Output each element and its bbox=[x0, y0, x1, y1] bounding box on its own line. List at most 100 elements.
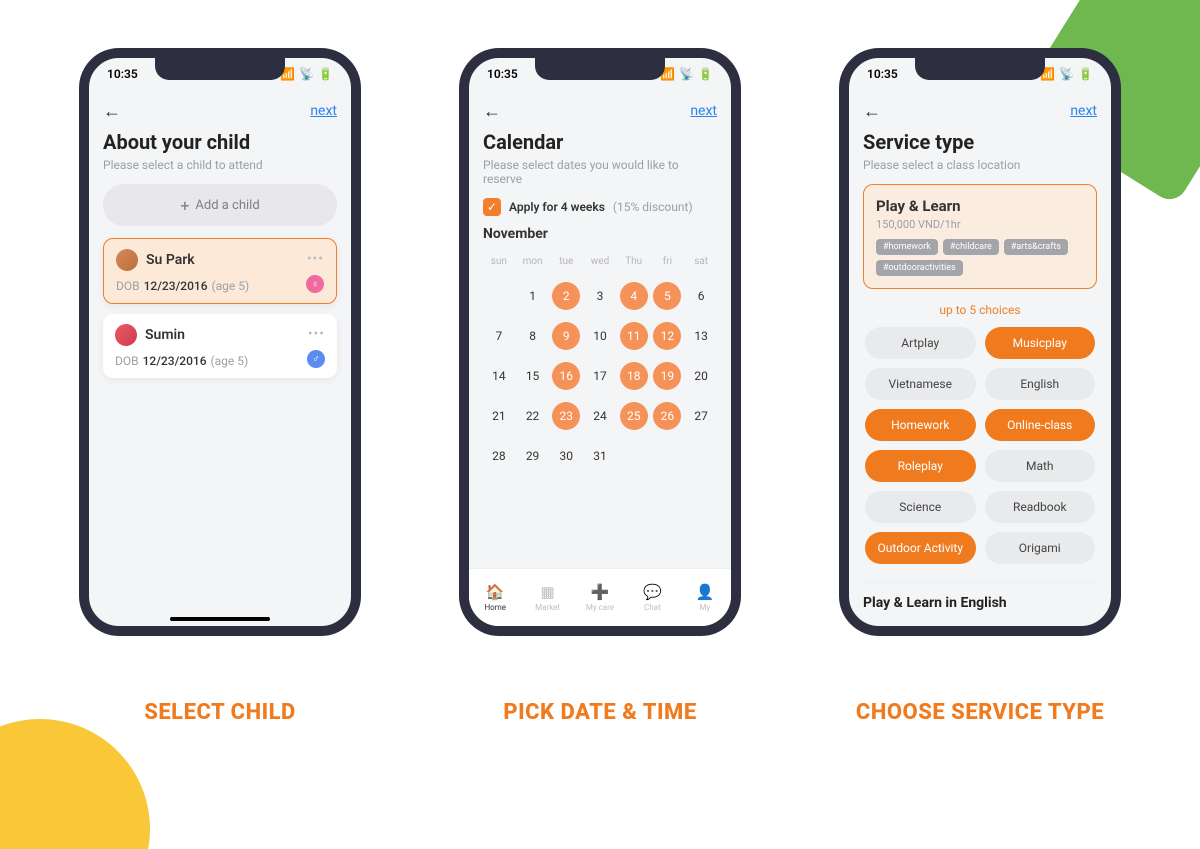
choice-chip[interactable]: Artplay bbox=[865, 327, 976, 359]
more-icon[interactable]: ••• bbox=[307, 251, 324, 267]
gender-badge-icon: ♀ bbox=[306, 275, 324, 293]
calendar-day[interactable]: 8 bbox=[519, 321, 547, 351]
choice-chip[interactable]: Readbook bbox=[985, 491, 1096, 523]
calendar-dow: fri bbox=[652, 256, 684, 273]
caption-select-child: SELECT CHILD bbox=[144, 700, 296, 725]
tab-mycare[interactable]: ➕My care bbox=[574, 569, 626, 626]
back-button[interactable]: ← bbox=[483, 101, 501, 122]
service-card-title: Play & Learn bbox=[876, 197, 1084, 215]
child-name: Sumin bbox=[145, 327, 185, 343]
home-icon: 🏠 bbox=[486, 583, 505, 601]
tab-home[interactable]: 🏠Home bbox=[469, 569, 521, 626]
calendar-day[interactable]: 1 bbox=[519, 281, 547, 311]
more-icon[interactable]: ••• bbox=[308, 326, 325, 342]
page-title: Service type bbox=[863, 130, 1097, 154]
calendar-day[interactable]: 22 bbox=[519, 401, 547, 431]
status-icons: 📶 📡 🔋 bbox=[1040, 67, 1093, 81]
calendar-day[interactable]: 14 bbox=[485, 361, 513, 391]
market-icon: ▦ bbox=[541, 583, 555, 601]
calendar-day[interactable]: 13 bbox=[687, 321, 715, 351]
calendar-day[interactable]: 15 bbox=[519, 361, 547, 391]
wifi-icon: 📡 bbox=[299, 67, 314, 81]
back-button[interactable]: ← bbox=[103, 101, 121, 122]
next-link[interactable]: next bbox=[310, 103, 337, 119]
phone-mockup-3: 10:35 📶 📡 🔋 ← next Service type Please s… bbox=[839, 48, 1121, 636]
calendar-day[interactable]: 18 bbox=[620, 362, 648, 390]
battery-icon: 🔋 bbox=[698, 67, 713, 81]
calendar-day[interactable]: 26 bbox=[653, 402, 681, 430]
service-tag: #homework bbox=[876, 239, 938, 255]
calendar-day[interactable]: 29 bbox=[519, 441, 547, 471]
back-button[interactable]: ← bbox=[863, 101, 881, 122]
calendar-day[interactable]: 3 bbox=[586, 281, 614, 311]
child-card[interactable]: Su Park•••DOB12/23/2016(age 5)♀ bbox=[103, 238, 337, 304]
calendar-day[interactable]: 28 bbox=[485, 441, 513, 471]
next-link[interactable]: next bbox=[1070, 103, 1097, 119]
service-card-selected[interactable]: Play & Learn 150,000 VND/1hr #homework #c… bbox=[863, 184, 1097, 289]
page-title: Calendar bbox=[483, 130, 717, 154]
calendar-day[interactable]: 2 bbox=[552, 282, 580, 310]
calendar-day[interactable]: 16 bbox=[552, 362, 580, 390]
calendar-day[interactable]: 19 bbox=[653, 362, 681, 390]
calendar-day[interactable]: 6 bbox=[687, 281, 715, 311]
calendar-day[interactable]: 5 bbox=[653, 282, 681, 310]
calendar-day[interactable]: 7 bbox=[485, 321, 513, 351]
calendar-day[interactable]: 10 bbox=[586, 321, 614, 351]
calendar-dow: wed bbox=[584, 256, 616, 273]
tab-my[interactable]: 👤My bbox=[679, 569, 731, 626]
calendar-day[interactable]: 11 bbox=[620, 322, 648, 350]
add-child-button[interactable]: + Add a child bbox=[103, 184, 337, 226]
tab-label: My care bbox=[586, 603, 614, 612]
calendar-day[interactable]: 31 bbox=[586, 441, 614, 471]
choice-chip[interactable]: Vietnamese bbox=[865, 368, 976, 400]
service-tag: #childcare bbox=[943, 239, 999, 255]
choice-chip[interactable]: Roleplay bbox=[865, 450, 976, 482]
calendar-day[interactable]: 12 bbox=[653, 322, 681, 350]
calendar-day[interactable]: 21 bbox=[485, 401, 513, 431]
tab-label: Market bbox=[535, 603, 560, 612]
choice-chip[interactable]: Math bbox=[985, 450, 1096, 482]
choice-chip[interactable]: English bbox=[985, 368, 1096, 400]
decoration-yellow bbox=[0, 719, 150, 849]
calendar-day[interactable]: 20 bbox=[687, 361, 715, 391]
gender-badge-icon: ♂ bbox=[307, 350, 325, 368]
choice-chip[interactable]: Science bbox=[865, 491, 976, 523]
choice-chip[interactable]: Outdoor Activity bbox=[865, 532, 976, 564]
choices-hint: up to 5 choices bbox=[863, 303, 1097, 317]
service-tag: #arts&crafts bbox=[1004, 239, 1068, 255]
calendar-day[interactable]: 9 bbox=[552, 322, 580, 350]
apply-discount: (15% discount) bbox=[613, 200, 693, 214]
calendar-day[interactable]: 25 bbox=[620, 402, 648, 430]
choice-chip[interactable]: Online-class bbox=[985, 409, 1096, 441]
service-tag: #outdooractivities bbox=[876, 260, 963, 276]
child-name: Su Park bbox=[146, 252, 195, 268]
choice-chip[interactable]: Homework bbox=[865, 409, 976, 441]
calendar-day[interactable]: 17 bbox=[586, 361, 614, 391]
calendar-day[interactable]: 27 bbox=[687, 401, 715, 431]
dob-value: 12/23/2016 bbox=[143, 354, 207, 368]
calendar-day[interactable]: 24 bbox=[586, 401, 614, 431]
page-subtitle: Please select dates you would like to re… bbox=[483, 158, 717, 186]
next-link[interactable]: next bbox=[690, 103, 717, 119]
status-time: 10:35 bbox=[487, 67, 518, 81]
wifi-icon: 📡 bbox=[1059, 67, 1074, 81]
calendar-dow: Thu bbox=[618, 256, 650, 273]
checkbox-checked-icon[interactable]: ✓ bbox=[483, 198, 501, 216]
apply-discount-row[interactable]: ✓ Apply for 4 weeks (15% discount) bbox=[483, 198, 717, 216]
choice-chip[interactable]: Musicplay bbox=[985, 327, 1096, 359]
calendar-dow: sat bbox=[685, 256, 717, 273]
phone-stage: 10:35 📶 📡 🔋 ← next About your child Plea… bbox=[0, 48, 1200, 725]
calendar-day[interactable]: 30 bbox=[552, 441, 580, 471]
wifi-icon: 📡 bbox=[679, 67, 694, 81]
tab-market[interactable]: ▦ Market bbox=[521, 569, 573, 626]
status-icons: 📶 📡 🔋 bbox=[660, 67, 713, 81]
child-card[interactable]: Sumin•••DOB12/23/2016(age 5)♂ bbox=[103, 314, 337, 378]
tab-chat[interactable]: 💬Chat bbox=[626, 569, 678, 626]
my-icon: 👤 bbox=[695, 583, 714, 601]
home-indicator[interactable] bbox=[170, 617, 270, 621]
calendar-day[interactable]: 23 bbox=[552, 402, 580, 430]
calendar-day[interactable]: 4 bbox=[620, 282, 648, 310]
choice-chip[interactable]: Origami bbox=[985, 532, 1096, 564]
service-card-price: 150,000 VND/1hr bbox=[876, 218, 1084, 231]
calendar-grid: sunmontuewedThufrisat1234567891011121314… bbox=[483, 256, 717, 473]
